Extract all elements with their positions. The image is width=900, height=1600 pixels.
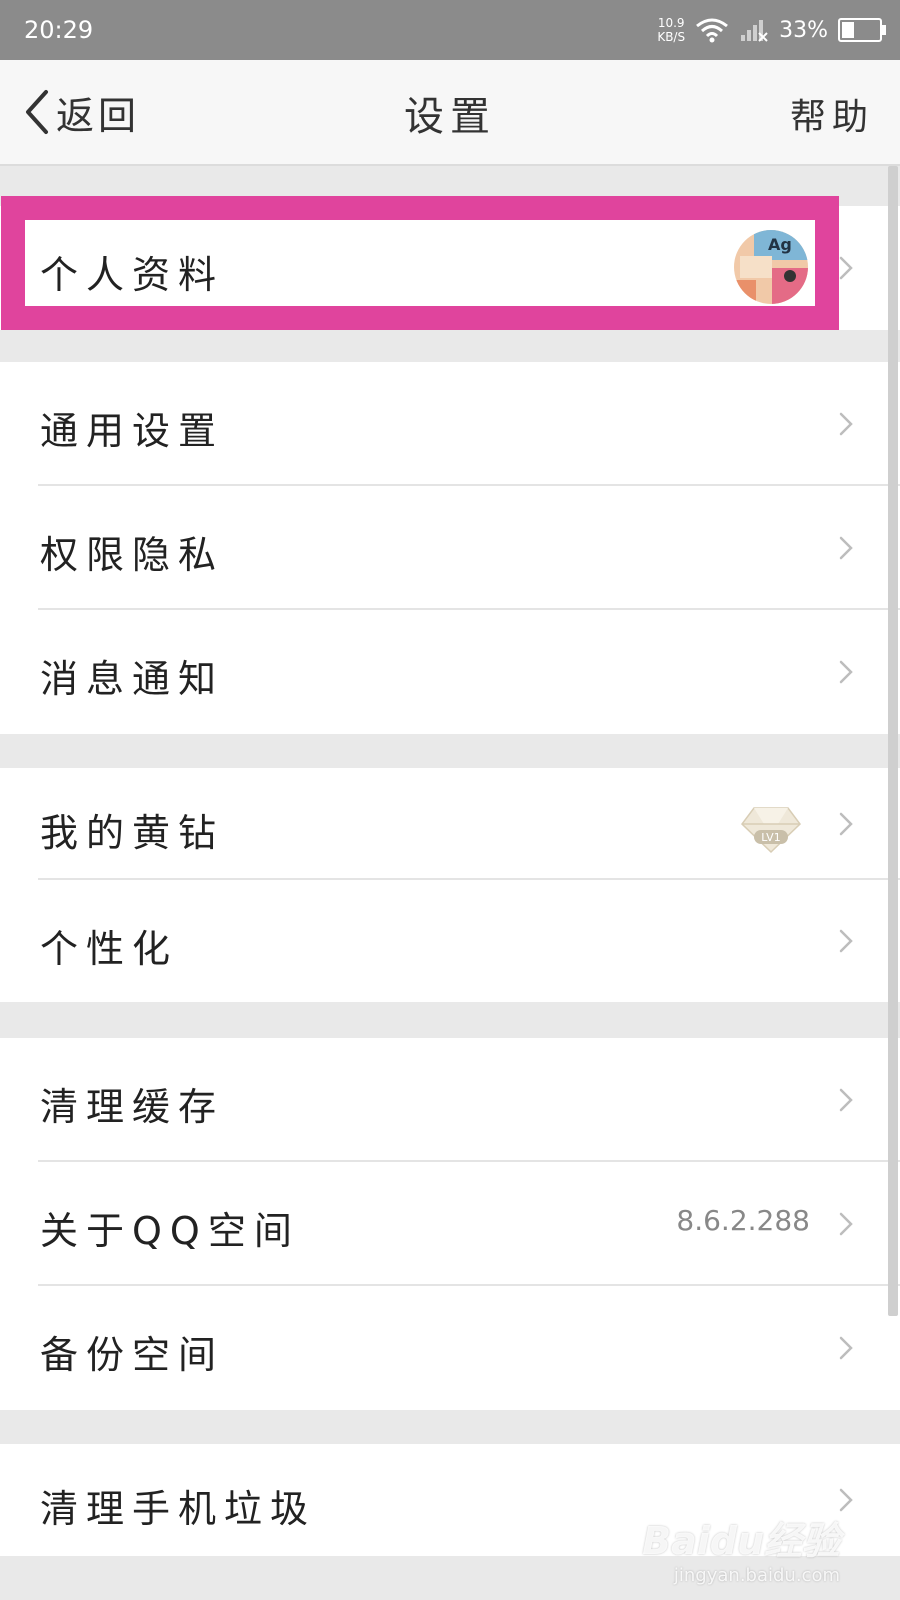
settings-item-label: 关于QQ空间 (40, 1209, 300, 1253)
page-title: 设置 (404, 94, 496, 140)
settings-item-about[interactable]: 关于QQ空间 8.6.2.288 (0, 1162, 900, 1286)
settings-item-general[interactable]: 通用设置 (0, 362, 900, 486)
chevron-right-icon (839, 1336, 853, 1360)
watermark-url: jingyan.baidu.com (673, 1565, 840, 1586)
network-speed-value: 10.9 (657, 16, 685, 30)
help-button[interactable]: 帮助 (790, 88, 874, 140)
avatar: Ag (734, 230, 808, 304)
svg-text:Ag: Ag (768, 235, 792, 254)
signal-icon (741, 20, 768, 42)
settings-item-profile[interactable]: 个人资料 Ag (0, 206, 900, 330)
settings-item-personalization[interactable]: 个性化 (0, 880, 900, 1002)
version-number: 8.6.2.288 (676, 1204, 810, 1237)
vip-section: 我的黄钻 LV1 个性化 (0, 768, 900, 1002)
settings-item-yellow-diamond[interactable]: 我的黄钻 LV1 (0, 768, 900, 880)
settings-item-label: 我的黄钻 (40, 811, 225, 855)
status-bar: 20:29 10.9 KB/S 33% (0, 0, 900, 60)
settings-item-label: 清理手机垃圾 (40, 1487, 317, 1531)
chevron-right-icon (839, 1488, 853, 1512)
scrollbar[interactable] (888, 166, 898, 1316)
diamond-level-badge: LV1 (761, 831, 780, 844)
wifi-icon (696, 18, 729, 43)
chevron-right-icon (839, 536, 853, 560)
chevron-right-icon (839, 1212, 853, 1236)
settings-item-privacy[interactable]: 权限隐私 (0, 486, 900, 610)
settings-item-notifications[interactable]: 消息通知 (0, 610, 900, 734)
storage-section: 清理缓存 关于QQ空间 8.6.2.288 备份空间 (0, 1038, 900, 1410)
watermark: Baidu经验 jingyan.baidu.com (642, 1510, 840, 1586)
profile-section: 个人资料 Ag (0, 206, 900, 330)
chevron-right-icon (839, 929, 853, 953)
settings-item-label: 个性化 (40, 927, 179, 971)
chevron-right-icon (839, 256, 853, 280)
network-speed-unit: KB/S (657, 30, 686, 44)
nav-bar: 返回 设置 帮助 (0, 60, 900, 166)
status-time: 20:29 (24, 16, 94, 44)
battery-percent: 33% (779, 17, 828, 43)
chevron-right-icon (839, 660, 853, 684)
network-speed: 10.9 KB/S (657, 16, 685, 44)
chevron-right-icon (839, 812, 853, 836)
chevron-right-icon (839, 412, 853, 436)
settings-item-label: 权限隐私 (40, 533, 225, 577)
chevron-right-icon (839, 1088, 853, 1112)
settings-item-label: 消息通知 (40, 657, 225, 701)
settings-item-backup[interactable]: 备份空间 (0, 1286, 900, 1410)
general-section: 通用设置 权限隐私 消息通知 (0, 362, 900, 734)
settings-item-label: 通用设置 (40, 409, 225, 453)
diamond-icon: LV1 (741, 807, 801, 854)
settings-item-label: 清理缓存 (40, 1085, 225, 1129)
settings-item-label: 个人资料 (40, 253, 225, 297)
settings-item-clear-cache[interactable]: 清理缓存 (0, 1038, 900, 1162)
settings-item-label: 备份空间 (40, 1333, 225, 1377)
battery-icon (838, 18, 886, 42)
status-icons: 10.9 KB/S 33% (657, 10, 886, 50)
watermark-logo: Baidu经验 (642, 1519, 840, 1563)
